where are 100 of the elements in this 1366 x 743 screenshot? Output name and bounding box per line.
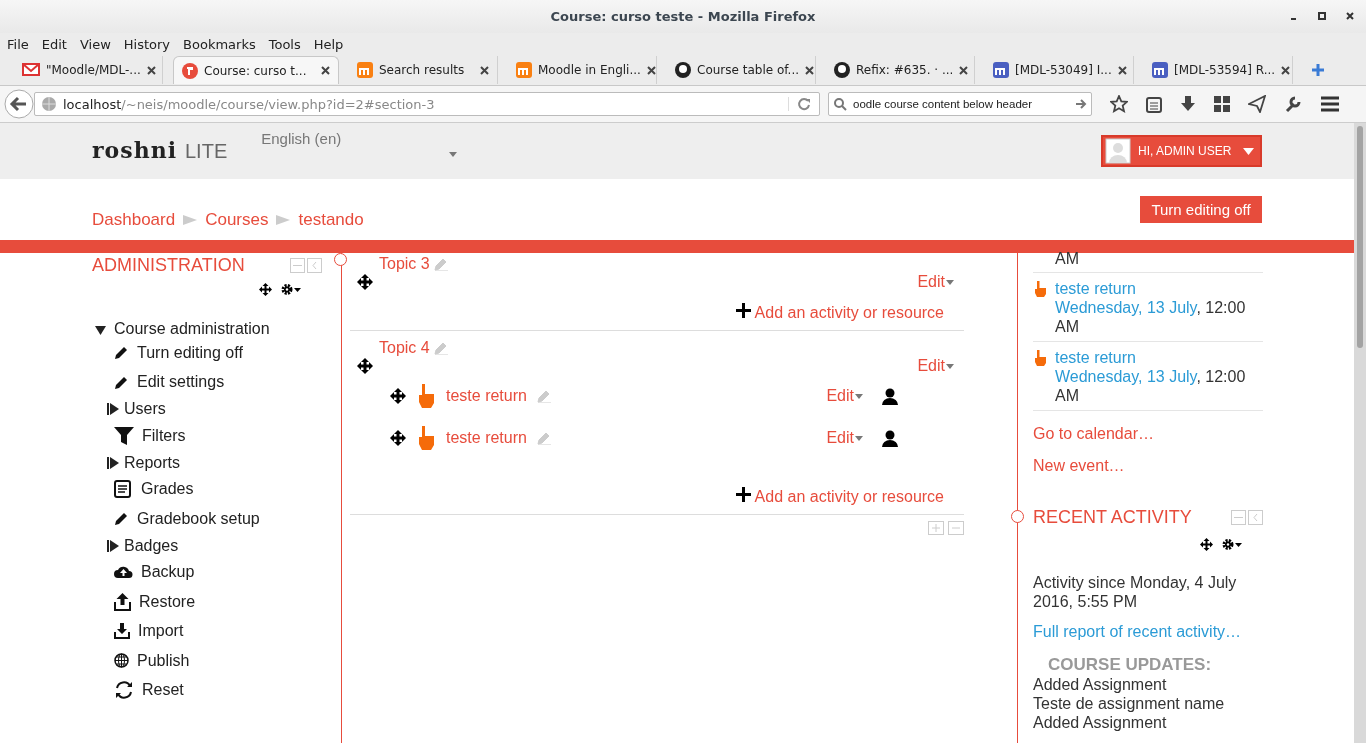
browser-tab[interactable]: [MDL-53049] I... xyxy=(985,56,1134,84)
menu-link[interactable]: Turn editing off xyxy=(137,343,243,362)
close-icon[interactable] xyxy=(321,66,330,75)
grid-icon[interactable] xyxy=(1214,96,1230,112)
menu-link[interactable]: Filters xyxy=(142,426,186,445)
browser-tab[interactable]: [MDL-53594] R... xyxy=(1144,56,1293,84)
menu-link[interactable]: Edit settings xyxy=(137,373,225,392)
close-icon[interactable] xyxy=(146,65,156,75)
close-icon[interactable] xyxy=(1346,12,1354,20)
reload-icon[interactable] xyxy=(788,97,811,111)
new-tab-icon[interactable] xyxy=(1311,63,1325,77)
menu-item[interactable]: Bookmarks xyxy=(183,36,256,52)
close-icon[interactable] xyxy=(646,65,656,75)
wrench-icon[interactable] xyxy=(1284,95,1302,113)
move-icon[interactable] xyxy=(390,430,406,446)
calendar-link[interactable]: Go to calendar… xyxy=(1033,425,1263,443)
moodle-icon xyxy=(516,62,532,78)
browser-tab[interactable]: Refix: #635. · ... xyxy=(826,56,975,84)
tree-node[interactable]: Badges xyxy=(124,536,179,555)
caret-icon xyxy=(855,393,863,399)
menu-item[interactable]: Help xyxy=(313,36,344,52)
menu-item[interactable]: Tools xyxy=(268,36,301,52)
tab-title: Moodle in Engli... xyxy=(538,63,641,77)
edit-menu-link[interactable]: Edit xyxy=(917,273,954,291)
move-icon[interactable] xyxy=(357,274,373,290)
breadcrumb-link[interactable]: Dashboard xyxy=(92,209,176,230)
menu-link[interactable]: Grades xyxy=(141,480,194,499)
add-activity-link[interactable]: Add an activity or resource xyxy=(754,304,944,322)
maximize-icon[interactable] xyxy=(1318,12,1326,20)
browser-tab[interactable]: "Moodle/MDL-... xyxy=(14,56,163,84)
gear-icon[interactable] xyxy=(281,283,301,296)
event-time: AM xyxy=(1055,249,1079,268)
download-icon xyxy=(114,623,130,640)
moodle-icon xyxy=(993,62,1009,78)
browser-tab[interactable]: Course table of... xyxy=(667,56,816,84)
menu-link[interactable]: Publish xyxy=(137,651,190,670)
menu-item[interactable]: History xyxy=(123,36,171,52)
menu-link[interactable]: Backup xyxy=(141,563,195,582)
person-icon[interactable] xyxy=(882,387,898,405)
add-activity-link[interactable]: Add an activity or resource xyxy=(754,488,944,506)
menu-link[interactable]: Gradebook setup xyxy=(137,509,260,528)
move-icon[interactable] xyxy=(390,388,406,404)
tree-node[interactable]: Course administration xyxy=(95,320,341,338)
download-icon[interactable] xyxy=(1180,95,1196,113)
edit-menu-link[interactable]: Edit xyxy=(826,429,863,447)
close-icon[interactable] xyxy=(1117,65,1127,75)
menu-item[interactable]: Edit xyxy=(41,36,67,52)
close-icon[interactable] xyxy=(959,65,969,75)
section-heading: COURSE UPDATES: xyxy=(1048,655,1213,675)
scrollbar-thumb[interactable] xyxy=(1357,126,1363,348)
move-icon[interactable] xyxy=(259,283,272,296)
cloud-upload-icon xyxy=(114,565,133,580)
browser-tab[interactable]: Search results xyxy=(349,56,498,84)
topic-title[interactable]: Topic 4 xyxy=(379,339,430,357)
menu-link[interactable]: Import xyxy=(138,622,184,641)
menu-item[interactable]: View xyxy=(79,36,111,52)
site-logo[interactable]: roshni xyxy=(92,137,177,163)
activity-link[interactable]: teste return xyxy=(446,429,527,447)
browser-tab[interactable]: Moodle in Engli... xyxy=(508,56,657,84)
address-field[interactable]: localhost/~neis/moodle/course/view.php?id=2#section-3 xyxy=(34,92,820,116)
tree-node[interactable]: Reports xyxy=(124,453,181,472)
activity-link[interactable]: teste return xyxy=(446,387,527,405)
tab-title: "Moodle/MDL-... xyxy=(46,63,141,77)
star-icon[interactable] xyxy=(1110,95,1128,113)
move-icon[interactable] xyxy=(357,358,373,374)
move-icon[interactable] xyxy=(1200,538,1213,551)
search-field[interactable]: oodle course content below header xyxy=(828,92,1092,116)
paper-plane-icon[interactable] xyxy=(1248,95,1266,113)
globe-icon xyxy=(41,96,57,112)
separator-icon xyxy=(183,214,198,225)
close-icon[interactable] xyxy=(480,65,489,75)
menu-item[interactable]: File xyxy=(7,36,29,52)
menu-icon[interactable] xyxy=(1320,96,1340,112)
edit-menu-link[interactable]: Edit xyxy=(826,387,863,405)
close-icon[interactable] xyxy=(805,65,815,75)
clipboard-icon[interactable] xyxy=(1146,95,1162,113)
browser-tab[interactable]: Course: curso t... xyxy=(173,56,339,84)
pencil-icon xyxy=(114,511,129,527)
back-button[interactable] xyxy=(4,89,34,119)
breadcrumb-link[interactable]: testando xyxy=(298,209,364,230)
edit-menu-link[interactable]: Edit xyxy=(917,357,954,375)
topic-title[interactable]: Topic 3 xyxy=(379,255,430,273)
language-select[interactable]: English (en) xyxy=(261,130,458,160)
breadcrumb-link[interactable]: Courses xyxy=(205,209,269,230)
person-icon[interactable] xyxy=(882,429,898,447)
plus-icon[interactable] xyxy=(735,487,751,502)
plus-icon[interactable] xyxy=(735,303,751,318)
gear-icon[interactable] xyxy=(1222,538,1242,551)
arrow-icon[interactable] xyxy=(1075,98,1087,110)
refresh-icon xyxy=(114,681,134,700)
tab-title: Course table of... xyxy=(697,63,800,77)
tree-node[interactable]: Users xyxy=(124,400,166,418)
menu-link[interactable]: Restore xyxy=(139,592,196,611)
site-logo-suffix: LITE xyxy=(185,140,228,163)
turn-editing-off-button[interactable]: Turn editing off xyxy=(1140,196,1262,223)
calendar-link[interactable]: New event… xyxy=(1033,457,1263,475)
close-icon[interactable] xyxy=(1281,65,1291,75)
activity-since-text: Activity since Monday, 4 July 2016, 5:55 PM xyxy=(1033,573,1238,611)
menu-link[interactable]: Reset xyxy=(142,681,184,700)
user-menu-button[interactable]: HI, ADMIN USER xyxy=(1101,135,1262,167)
